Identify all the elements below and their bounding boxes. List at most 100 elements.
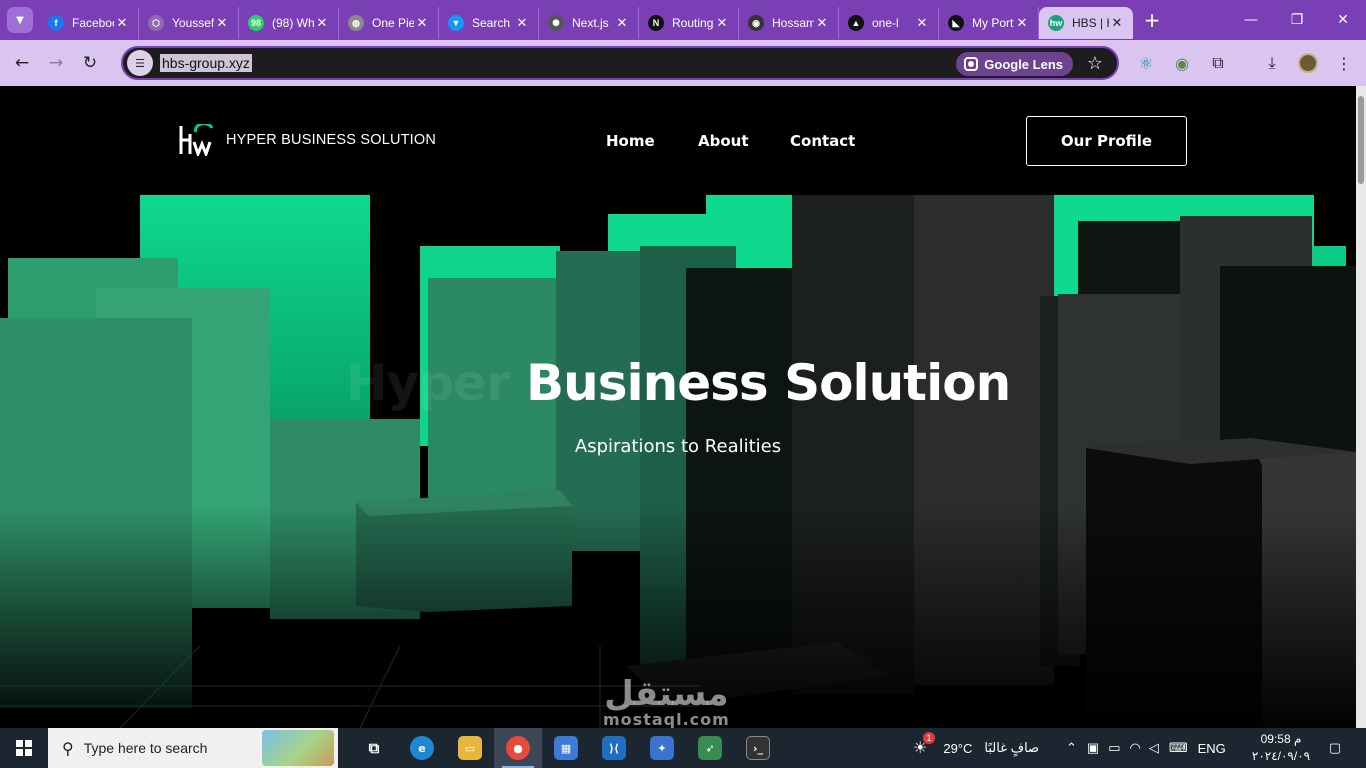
notifications-button[interactable]: ▢ [1320,728,1350,768]
keyboard-icon[interactable]: ⌨ [1169,740,1188,756]
hexagon-icon: ⬡ [148,15,164,31]
close-window-button[interactable]: ✕ [1320,0,1366,40]
reload-icon: ↻ [82,53,98,73]
browser-menu-button[interactable]: ⋮ [1329,48,1359,78]
volume-icon[interactable]: ◁ [1149,740,1159,756]
hero-title-main: Business Solution [526,354,1011,412]
wifi-icon[interactable]: ◠ [1130,740,1141,756]
forward-button[interactable]: → [39,46,73,80]
browser-tab[interactable]: f Facebook✕ [39,7,139,39]
browser-tab[interactable]: ◍ One Piece✕ [339,7,439,39]
profile-avatar[interactable] [1293,48,1323,78]
extensions-button[interactable]: ⧉ [1203,48,1233,78]
windows-icon [16,740,32,756]
chevron-down-icon: ▼ [16,14,24,26]
scrollbar-thumb[interactable] [1358,96,1364,184]
notification-icon: ▢ [1328,740,1342,755]
app-button[interactable]: ✦ [638,728,686,768]
tab-title: Youssef [172,16,214,30]
watermark-latin: mostaql.com [603,710,730,728]
new-tab-button[interactable]: + [1139,7,1165,33]
watermark-arabic: مستقل [604,674,729,714]
file-explorer-button[interactable]: ▭ [446,728,494,768]
minimize-icon: — [1244,12,1258,28]
task-view-button[interactable]: ⧉ [350,728,398,768]
app-icon: ✦ [650,736,674,760]
tab-close-icon[interactable]: ✕ [814,15,830,31]
site-header: HYPER BUSINESS SOLUTION Home About Conta… [0,86,1356,196]
browser-tab[interactable]: ◣ My Portfolio✕ [939,7,1039,39]
tab-search-button[interactable]: ▼ [7,7,33,33]
battery-icon[interactable]: ▭ [1108,740,1120,756]
tab-close-icon[interactable]: ✕ [414,15,430,31]
hbs-icon: hw [1048,15,1064,31]
browser-tab[interactable]: 98 (98) WhatsApp✕ [239,7,339,39]
taskbar-clock[interactable]: 09:58 م ٢٠٢٤/٠٩/٠٩ [1250,731,1312,765]
start-button[interactable] [0,728,48,768]
tab-close-icon[interactable]: ✕ [614,15,630,31]
browser-tab[interactable]: ▼ Search ✕ [439,7,539,39]
browser-tab[interactable]: N Routing ✕ [639,7,739,39]
camera-extension[interactable]: ◉ [1167,48,1197,78]
minimize-button[interactable]: — [1228,0,1274,40]
restore-icon: ❐ [1290,12,1304,28]
tab-close-icon[interactable]: ✕ [514,15,530,31]
arrow-right-icon: → [48,53,64,73]
restore-button[interactable]: ❐ [1274,0,1320,40]
react-devtools-extension[interactable]: ⚛ [1131,48,1161,78]
browser-tab[interactable]: ◉ Hossam ✕ [739,7,839,39]
react-icon: ⚛ [1138,53,1154,73]
language-indicator[interactable]: ENG [1198,741,1226,756]
terminal-icon: ›_ [746,736,770,760]
weather-badge: 1 [923,732,935,744]
nav-home[interactable]: Home [606,132,655,150]
tab-close-icon[interactable]: ✕ [114,15,130,31]
edge-icon: e [410,736,434,760]
tab-title: Search [472,16,511,30]
google-lens-button[interactable]: Google Lens [956,52,1073,76]
terminal-button[interactable]: ›_ [734,728,782,768]
camera-icon[interactable]: ▣ [1087,740,1099,756]
nav-contact[interactable]: Contact [790,132,855,150]
site-logo[interactable]: HYPER BUSINESS SOLUTION [178,124,436,156]
lens-icon [964,57,979,71]
downloads-button[interactable]: ⤓ [1257,48,1287,78]
page-scrollbar[interactable] [1356,86,1366,728]
browser-tab[interactable]: ✺ Next.js ✕ [539,7,639,39]
hero-title: Hyper Business Solution [0,354,1356,412]
chrome-button[interactable]: ● [494,728,542,768]
system-tray: ⌃ ▣ ▭ ◠ ◁ ⌨ ENG [1066,728,1226,768]
reload-button[interactable]: ↻ [73,46,107,80]
store-button[interactable]: ▦ [542,728,590,768]
tab-close-icon[interactable]: ✕ [1109,15,1125,31]
tab-title: one-l [872,16,899,30]
kebab-menu-icon: ⋮ [1336,53,1352,73]
nav-about[interactable]: About [698,132,749,150]
site-info-button[interactable]: ☰ [127,50,153,76]
avatar-icon [1298,53,1318,73]
browser-tab[interactable]: hw HBS | Hyper✕ [1039,7,1133,39]
taskbar-search[interactable]: ⚲ Type here to search [48,728,338,768]
folder-icon: ▭ [458,736,482,760]
portfolio-icon: ◣ [948,15,964,31]
browser-tab[interactable]: ⬡ Youssef ✕ [139,7,239,39]
vuetify-icon: ▼ [448,15,464,31]
address-bar[interactable]: ☰ hbs-group.xyz Google Lens ☆ [121,46,1119,80]
tab-close-icon[interactable]: ✕ [1014,15,1030,31]
weather-widget[interactable]: ☀ 1 29°C صافٍ غالبًا [913,728,1039,768]
tab-close-icon[interactable]: ✕ [214,15,230,31]
cursor-app-button[interactable]: ➶ [686,728,734,768]
cursor-app-icon: ➶ [698,736,722,760]
edge-button[interactable]: e [398,728,446,768]
chevron-up-icon[interactable]: ⌃ [1066,740,1077,756]
back-button[interactable]: ← [5,46,39,80]
url-text[interactable]: hbs-group.xyz [160,54,252,72]
tab-close-icon[interactable]: ✕ [914,15,930,31]
tab-title: My Portfolio [972,16,1014,30]
bookmark-star-icon[interactable]: ☆ [1087,53,1103,74]
tab-close-icon[interactable]: ✕ [314,15,330,31]
our-profile-button[interactable]: Our Profile [1026,116,1187,166]
browser-tab[interactable]: ▲ one-l ✕ [839,7,939,39]
tab-close-icon[interactable]: ✕ [714,15,730,31]
vscode-button[interactable]: ⟩⟨ [590,728,638,768]
